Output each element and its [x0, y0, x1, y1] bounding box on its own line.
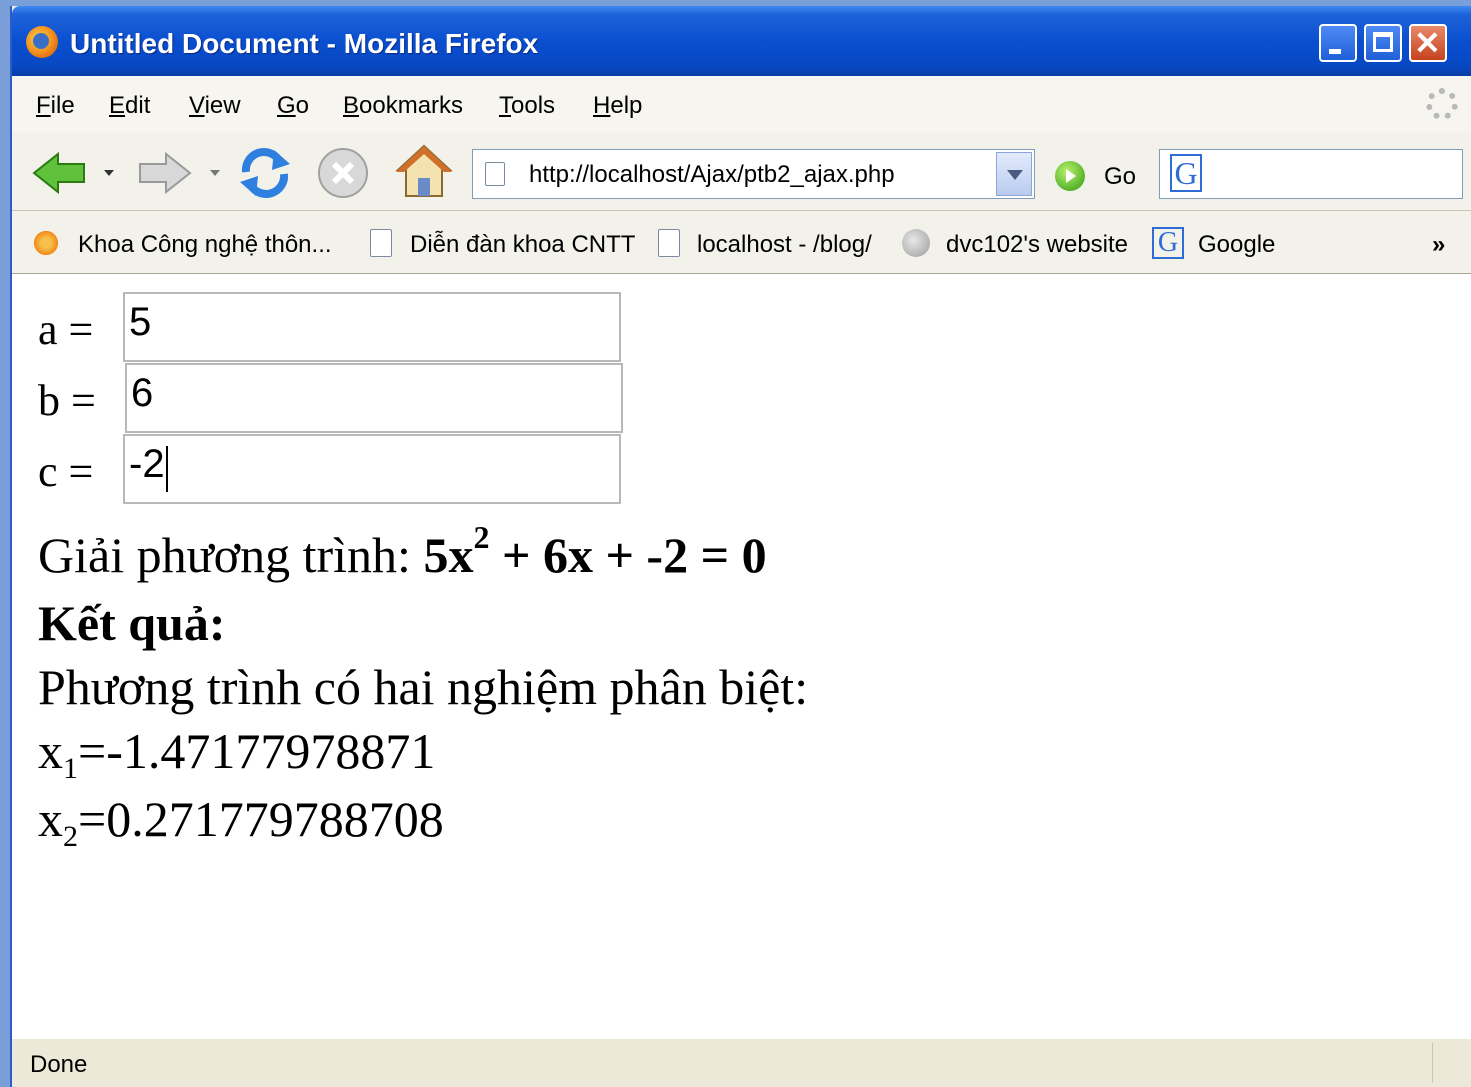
minimize-icon [1329, 49, 1341, 54]
menu-help[interactable]: Help [593, 92, 642, 120]
page-icon [485, 162, 505, 186]
result-message: Phương trình có hai nghiệm phân biệt: [38, 659, 809, 715]
input-b-value: 6 [131, 371, 154, 415]
menu-bar: File Edit View Go Bookmarks Tools Help [12, 76, 1471, 133]
close-icon: ✕ [1414, 25, 1441, 61]
navigation-toolbar: http://localhost/Ajax/ptb2_ajax.php Go G [12, 132, 1471, 211]
firefox-logo-icon [26, 26, 58, 58]
resize-grip[interactable] [1432, 1043, 1469, 1083]
maximize-button[interactable] [1364, 24, 1402, 62]
minimize-button[interactable] [1319, 24, 1357, 62]
url-bar[interactable]: http://localhost/Ajax/ptb2_ajax.php [472, 149, 1035, 199]
input-c-value: -2 [129, 442, 165, 486]
flower-icon [32, 229, 60, 257]
x2-value: =0.271779788708 [78, 791, 444, 847]
label-c: c = [38, 447, 94, 496]
menu-file[interactable]: File [36, 92, 75, 120]
label-b: b = [38, 376, 96, 425]
x1-subscript: 1 [63, 752, 78, 785]
result-heading: Kết quả: [38, 595, 226, 651]
maximize-icon [1373, 32, 1393, 52]
bookmark-khoa-cntt[interactable]: Khoa Công nghệ thôn... [78, 231, 332, 259]
status-text: Done [30, 1051, 88, 1078]
input-c[interactable]: -2 [123, 434, 621, 504]
menu-bookmarks[interactable]: Bookmarks [343, 92, 463, 120]
title-bar[interactable]: Untitled Document - Mozilla Firefox ✕ [12, 6, 1471, 76]
x1-var: x [38, 723, 63, 779]
text-cursor [165, 446, 168, 492]
forward-dropdown-icon[interactable] [208, 168, 222, 178]
x2-subscript: 2 [63, 820, 78, 853]
throbber-icon [1426, 88, 1458, 120]
bookmark-dien-dan[interactable]: Diễn đàn khoa CNTT [410, 231, 635, 259]
search-input[interactable]: G [1159, 149, 1463, 199]
back-dropdown-icon[interactable] [102, 168, 116, 178]
bookmarks-toolbar: Khoa Công nghệ thôn... Diễn đàn khoa CNT… [12, 211, 1471, 274]
globe-icon [902, 229, 930, 257]
bookmark-localhost-blog[interactable]: localhost - /blog/ [697, 231, 872, 259]
bookmark-google[interactable]: Google [1198, 231, 1275, 259]
page-content: a = 5 b = 6 c = -2 Giải phương trình: 5x… [12, 274, 1471, 1038]
url-dropdown-button[interactable] [996, 152, 1032, 196]
window-title: Untitled Document - Mozilla Firefox [70, 28, 539, 59]
menu-tools[interactable]: Tools [499, 92, 555, 120]
input-a[interactable]: 5 [123, 292, 621, 362]
equation-prefix: Giải phương trình: [38, 527, 424, 583]
input-a-value: 5 [129, 300, 152, 344]
label-a: a = [38, 305, 94, 354]
input-b[interactable]: 6 [125, 363, 623, 433]
equation-line: Giải phương trình: 5x2 + 6x + -2 = 0 [38, 521, 767, 584]
equation: 5x2 + 6x + -2 = 0 [423, 521, 767, 583]
menu-view[interactable]: View [189, 92, 241, 120]
root-x1: x1=-1.47177978871 [38, 722, 436, 784]
stop-icon[interactable] [316, 146, 370, 200]
status-bar: Done [12, 1038, 1471, 1087]
close-button[interactable]: ✕ [1409, 24, 1447, 62]
back-arrow-icon[interactable] [30, 150, 90, 196]
bookmarks-overflow-button[interactable]: » [1432, 231, 1445, 259]
root-x2: x2=0.271779788708 [38, 790, 444, 852]
equation-exponent: 2 [473, 519, 490, 555]
equation-part2: + 6x + -2 = 0 [489, 527, 767, 583]
home-icon[interactable] [394, 142, 454, 200]
url-text: http://localhost/Ajax/ptb2_ajax.php [529, 161, 895, 188]
menu-edit[interactable]: Edit [109, 92, 150, 120]
page-icon [658, 229, 680, 257]
google-icon: G [1152, 227, 1184, 259]
page-icon [370, 229, 392, 257]
equation-part1: 5x [423, 527, 474, 583]
bookmark-dvc102[interactable]: dvc102's website [946, 231, 1128, 259]
go-icon[interactable] [1055, 161, 1085, 191]
google-search-icon[interactable]: G [1170, 154, 1202, 192]
go-button[interactable]: Go [1104, 163, 1136, 191]
x2-var: x [38, 791, 63, 847]
x1-value: =-1.47177978871 [78, 723, 436, 779]
menu-go[interactable]: Go [277, 92, 309, 120]
reload-icon[interactable] [236, 144, 294, 200]
browser-window: Untitled Document - Mozilla Firefox ✕ Fi… [10, 6, 1471, 1087]
forward-arrow-icon[interactable] [134, 150, 194, 196]
